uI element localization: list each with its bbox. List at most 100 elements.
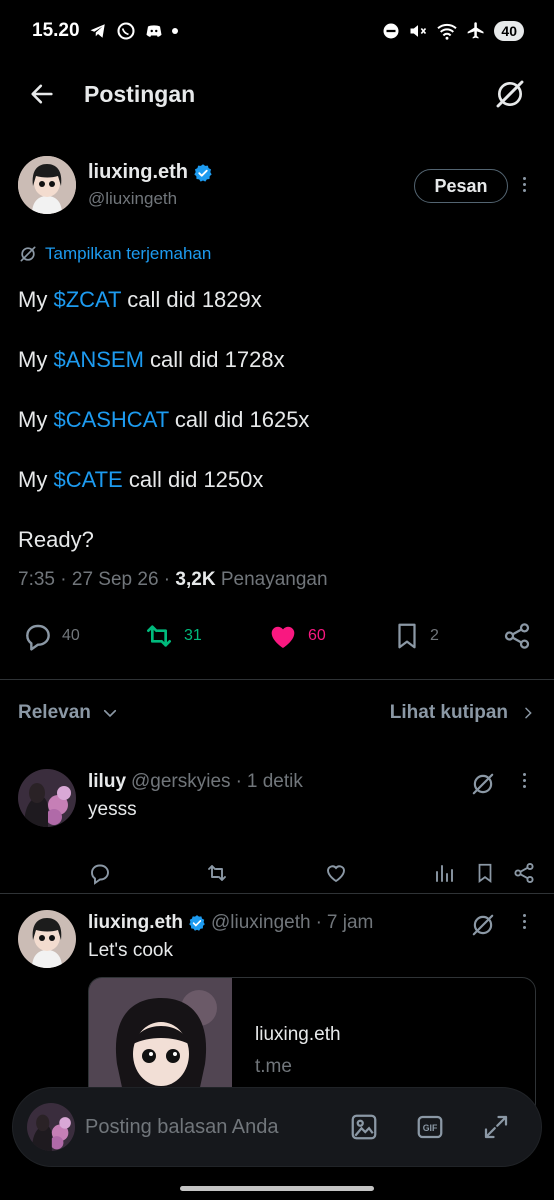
reply-icon[interactable] <box>88 861 112 885</box>
discord-icon <box>144 22 164 40</box>
cashtag-link[interactable]: $ANSEM <box>53 347 143 372</box>
expand-icon[interactable] <box>481 1112 511 1142</box>
post-date: 27 Sep 26 <box>71 569 159 590</box>
repost-button[interactable]: 31 <box>142 620 202 652</box>
cashtag-link[interactable]: $CATE <box>53 467 122 492</box>
chevron-down-icon <box>101 704 119 722</box>
translate-icon <box>18 244 38 264</box>
reply-more-icon[interactable] <box>523 914 526 929</box>
reply-compose-bar: GIF <box>12 1087 542 1167</box>
heart-icon[interactable] <box>324 861 348 885</box>
sort-label: Relevan <box>18 702 91 723</box>
share-icon[interactable] <box>512 861 536 885</box>
translate-label: Tampilkan terjemahan <box>45 244 212 263</box>
compose-tools: GIF <box>349 1112 527 1142</box>
like-count: 60 <box>308 627 326 644</box>
repost-icon[interactable] <box>204 861 230 885</box>
author-name-text: liuxing.eth <box>88 161 188 183</box>
grok-icon[interactable] <box>470 771 496 797</box>
cashtag-link[interactable]: $CASHCAT <box>53 407 168 432</box>
chevron-right-icon <box>520 704 536 722</box>
reply-time: 1 detik <box>246 771 303 792</box>
battery-indicator: 40 <box>494 21 524 41</box>
reply-text: yesss <box>88 799 137 820</box>
reply-author-handle[interactable]: @gerskyies <box>131 771 231 793</box>
status-left: 15.20 <box>32 20 178 42</box>
views-label: Penayangan <box>220 569 328 590</box>
reply-time: 7 jam <box>326 912 374 933</box>
view-quotes-link[interactable]: Lihat kutipan <box>390 702 536 724</box>
verified-badge-icon <box>188 914 206 932</box>
image-icon[interactable] <box>349 1112 379 1142</box>
view-quotes-label: Lihat kutipan <box>389 702 508 723</box>
reply-author-name[interactable]: liluy <box>88 771 126 793</box>
gif-icon[interactable]: GIF <box>415 1112 445 1142</box>
repost-icon <box>142 620 176 652</box>
bookmark-icon[interactable] <box>474 861 496 885</box>
like-button[interactable]: 60 <box>266 620 326 652</box>
verified-badge-icon <box>193 163 213 183</box>
analytics-icon[interactable] <box>432 861 456 885</box>
reply-header: liuxing.eth @liuxingeth · 7 jam <box>88 912 373 934</box>
author-display-name[interactable]: liuxing.eth <box>88 161 213 184</box>
share-icon <box>502 620 532 652</box>
repost-count: 31 <box>184 627 202 644</box>
post-line-text: My <box>18 287 54 312</box>
views-count: 3,2K <box>175 569 216 590</box>
reply-text: Let's cook <box>88 940 173 961</box>
author-avatar[interactable] <box>18 156 76 214</box>
telegram-icon <box>88 22 108 40</box>
author-names: liuxing.eth @liuxingeth <box>88 161 213 209</box>
top-bar: Postingan <box>0 62 554 126</box>
more-options-icon[interactable] <box>523 177 526 192</box>
status-time: 15.20 <box>32 20 80 41</box>
divider <box>0 893 554 894</box>
compose-avatar[interactable] <box>27 1103 75 1151</box>
wifi-icon <box>436 22 458 40</box>
reply-item[interactable]: liluy @gerskyies · 1 detik yesss <box>18 769 536 885</box>
reply-input[interactable] <box>85 1115 305 1139</box>
airplane-icon <box>466 21 486 41</box>
status-right: 40 <box>382 21 524 41</box>
separator-dot: · <box>315 912 322 933</box>
reply-header: liluy @gerskyies · 1 detik <box>88 771 303 793</box>
reply-author-handle[interactable]: @liuxingeth <box>211 912 311 934</box>
post-line: My $CATE call did 1250x <box>18 462 536 522</box>
share-button[interactable] <box>502 620 532 652</box>
home-indicator[interactable] <box>180 1186 374 1191</box>
post-line-text: call did 1728x <box>143 347 285 372</box>
post-body: My $ZCAT call did 1829x My $ANSEM call d… <box>18 282 536 582</box>
post-author: liuxing.eth @liuxingeth Pesan <box>18 156 536 218</box>
sort-row: Relevan Lihat kutipan <box>18 702 536 724</box>
grok-icon[interactable] <box>494 78 526 110</box>
post-line-text: My <box>18 407 54 432</box>
bookmark-button[interactable]: 2 <box>392 620 439 652</box>
whatsapp-icon <box>116 21 136 41</box>
post-line-text: My <box>18 467 54 492</box>
reply-avatar[interactable] <box>18 910 76 968</box>
reply-author-name[interactable]: liuxing.eth <box>88 912 183 934</box>
reply-avatar[interactable] <box>18 769 76 827</box>
post-meta: 7:35 · 27 Sep 26 · 3,2K Penayangan <box>18 569 328 590</box>
cashtag-link[interactable]: $ZCAT <box>53 287 121 312</box>
post-line-text: call did 1250x <box>122 467 264 492</box>
mute-icon <box>408 21 428 41</box>
sort-dropdown[interactable]: Relevan <box>18 702 119 724</box>
message-button[interactable]: Pesan <box>414 169 508 203</box>
reply-icon <box>22 620 54 652</box>
separator-dot: · <box>235 771 242 792</box>
reply-button[interactable]: 40 <box>22 620 80 652</box>
reply-count: 40 <box>62 627 80 644</box>
author-handle[interactable]: @liuxingeth <box>88 189 213 209</box>
post-line-text: Ready? <box>18 527 94 552</box>
reply-more-icon[interactable] <box>523 773 526 788</box>
divider <box>0 679 554 680</box>
translate-link[interactable]: Tampilkan terjemahan <box>18 244 211 264</box>
page-title: Postingan <box>84 80 196 107</box>
grok-icon[interactable] <box>470 912 496 938</box>
post-line: My $ZCAT call did 1829x <box>18 282 536 342</box>
post-line: My $ANSEM call did 1728x <box>18 342 536 402</box>
bookmark-count: 2 <box>430 627 439 644</box>
back-arrow-icon[interactable] <box>28 80 56 108</box>
post-line: My $CASHCAT call did 1625x <box>18 402 536 462</box>
